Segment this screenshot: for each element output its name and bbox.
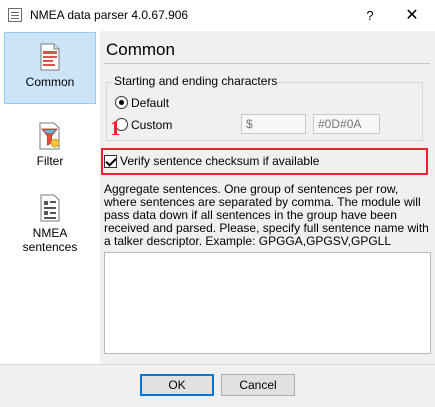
end-char-input[interactable] — [313, 114, 380, 134]
annotation-marker: 1 — [110, 116, 121, 140]
sidebar-item-label: Filter — [36, 154, 64, 168]
default-radio-label[interactable]: Default — [131, 96, 169, 110]
custom-radio-label[interactable]: Custom — [131, 118, 172, 132]
title-divider — [104, 63, 430, 64]
sidebar-item-label: sentences — [22, 240, 78, 254]
sidebar-item-label: Common — [25, 75, 75, 89]
sidebar-item-nmea-sentences[interactable]: NMEA sentences — [4, 191, 96, 261]
annotation-highlight-box — [101, 148, 428, 175]
sidebar: Common Filter NMEA sentences — [0, 31, 100, 364]
nmea-document-icon — [40, 194, 60, 222]
close-button[interactable]: ✕ — [390, 0, 434, 31]
window-title: NMEA data parser 4.0.67.906 — [30, 8, 189, 22]
sidebar-item-filter[interactable]: Filter — [4, 119, 96, 175]
filter-funnel-icon — [39, 122, 60, 150]
aggregate-sentences-textarea[interactable] — [104, 252, 431, 354]
settings-panel: Common Starting and ending characters De… — [100, 31, 435, 364]
start-char-input[interactable] — [241, 114, 306, 134]
title-bar: NMEA data parser 4.0.67.906 ? ✕ — [0, 0, 435, 31]
aggregate-description: Aggregate sentences. One group of senten… — [104, 182, 429, 248]
document-settings-icon — [40, 43, 60, 71]
help-button[interactable]: ? — [352, 0, 388, 31]
cancel-button[interactable]: Cancel — [221, 374, 295, 396]
ok-button[interactable]: OK — [140, 374, 214, 396]
groupbox-legend: Starting and ending characters — [112, 74, 280, 88]
app-icon — [8, 8, 22, 22]
sidebar-item-label: NMEA — [32, 226, 68, 240]
default-radio[interactable] — [115, 96, 128, 109]
sidebar-item-common[interactable]: Common — [4, 32, 96, 104]
page-title: Common — [106, 40, 175, 59]
dialog-footer: OK Cancel — [0, 364, 435, 407]
